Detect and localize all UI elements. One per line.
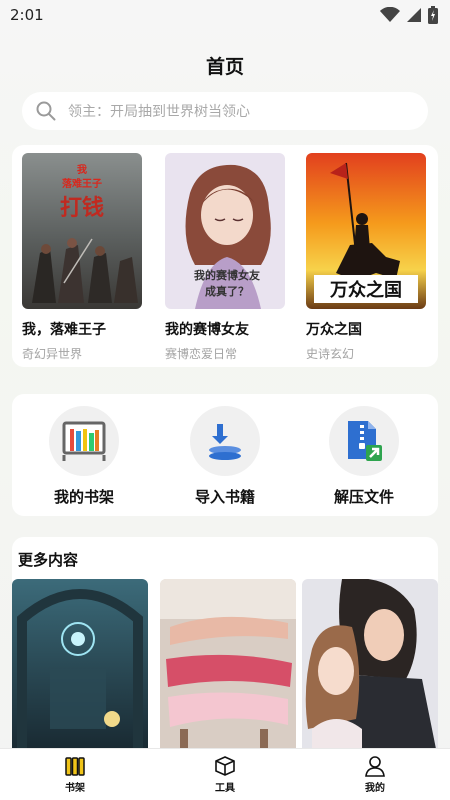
more-content-item[interactable] — [160, 579, 296, 759]
nav-label: 工具 — [215, 783, 235, 794]
search-placeholder: 领主：开局抽到世界树当领心 — [68, 104, 250, 120]
book-genre: 史诗玄幻 — [306, 347, 355, 361]
nav-label: 我的 — [365, 783, 385, 794]
search-icon — [36, 101, 56, 121]
wifi-icon — [380, 7, 400, 22]
bookshelf-icon — [65, 757, 85, 776]
tool-label: 导入书籍 — [194, 488, 255, 506]
tool-label: 解压文件 — [333, 488, 394, 506]
search-bar[interactable]: 领主：开局抽到世界树当领心 — [22, 92, 428, 130]
book-title: 我，落难王子 — [22, 322, 106, 338]
import-books-button[interactable]: 导入书籍 — [175, 406, 275, 507]
box-icon — [215, 756, 235, 776]
book-card[interactable]: 我的赛博女友 成真了？ 我的赛博女友 赛博恋爱日常 — [165, 153, 285, 362]
section-title: 更多内容 — [18, 551, 79, 569]
tools-card: 我的书架 导入书籍 解压文件 — [12, 394, 438, 516]
status-time: 2:01 — [10, 6, 44, 24]
book-title: 我的赛博女友 — [165, 322, 249, 338]
book-genre: 奇幻异世界 — [22, 347, 83, 361]
svg-text:打钱: 打钱 — [60, 195, 104, 221]
signal-icon — [407, 8, 421, 22]
my-bookshelf-button[interactable]: 我的书架 — [34, 406, 134, 507]
nav-item-tools[interactable]: 工具 — [150, 749, 300, 800]
import-icon — [190, 406, 260, 476]
bottom-nav: 书架 工具 我的 — [0, 748, 450, 800]
status-bar: 2:01 — [0, 0, 450, 30]
unzip-file-button[interactable]: 解压文件 — [314, 406, 414, 507]
tool-label: 我的书架 — [53, 488, 114, 506]
svg-text:我的赛博女友: 我的赛博女友 — [194, 268, 260, 282]
svg-text:万众之国: 万众之国 — [329, 279, 402, 301]
more-content-item[interactable] — [12, 579, 148, 759]
svg-text:我: 我 — [77, 163, 87, 176]
book-cover[interactable]: 万众之国 — [306, 153, 426, 309]
more-content-item[interactable] — [302, 579, 438, 759]
svg-text:落难王子: 落难王子 — [62, 177, 102, 190]
status-icons — [380, 6, 438, 24]
nav-item-bookshelf[interactable]: 书架 — [0, 749, 150, 800]
person-icon — [365, 756, 385, 777]
book-card[interactable]: 万众之国 万众之国 史诗玄幻 — [306, 153, 426, 362]
nav-item-mine[interactable]: 我的 — [300, 749, 450, 800]
svg-text:成真了？: 成真了？ — [205, 284, 249, 298]
bookshelf-icon — [49, 406, 119, 476]
more-content-card: 更多内容 — [12, 537, 438, 767]
featured-books-card: 我 落难王子 打钱 我，落难王子 奇幻异世界 我的赛博女友 成真了？ 我的赛博女… — [12, 145, 438, 367]
book-title: 万众之国 — [306, 322, 362, 338]
nav-label: 书架 — [65, 783, 85, 794]
book-cover[interactable]: 我的赛博女友 成真了？ — [165, 153, 285, 309]
book-genre: 赛博恋爱日常 — [165, 347, 238, 361]
page-title: 首页 — [205, 56, 244, 78]
battery-icon — [428, 6, 438, 24]
book-cover[interactable]: 我 落难王子 打钱 — [22, 153, 142, 309]
book-card[interactable]: 我 落难王子 打钱 我，落难王子 奇幻异世界 — [22, 153, 142, 362]
unzip-file-icon — [329, 406, 399, 476]
